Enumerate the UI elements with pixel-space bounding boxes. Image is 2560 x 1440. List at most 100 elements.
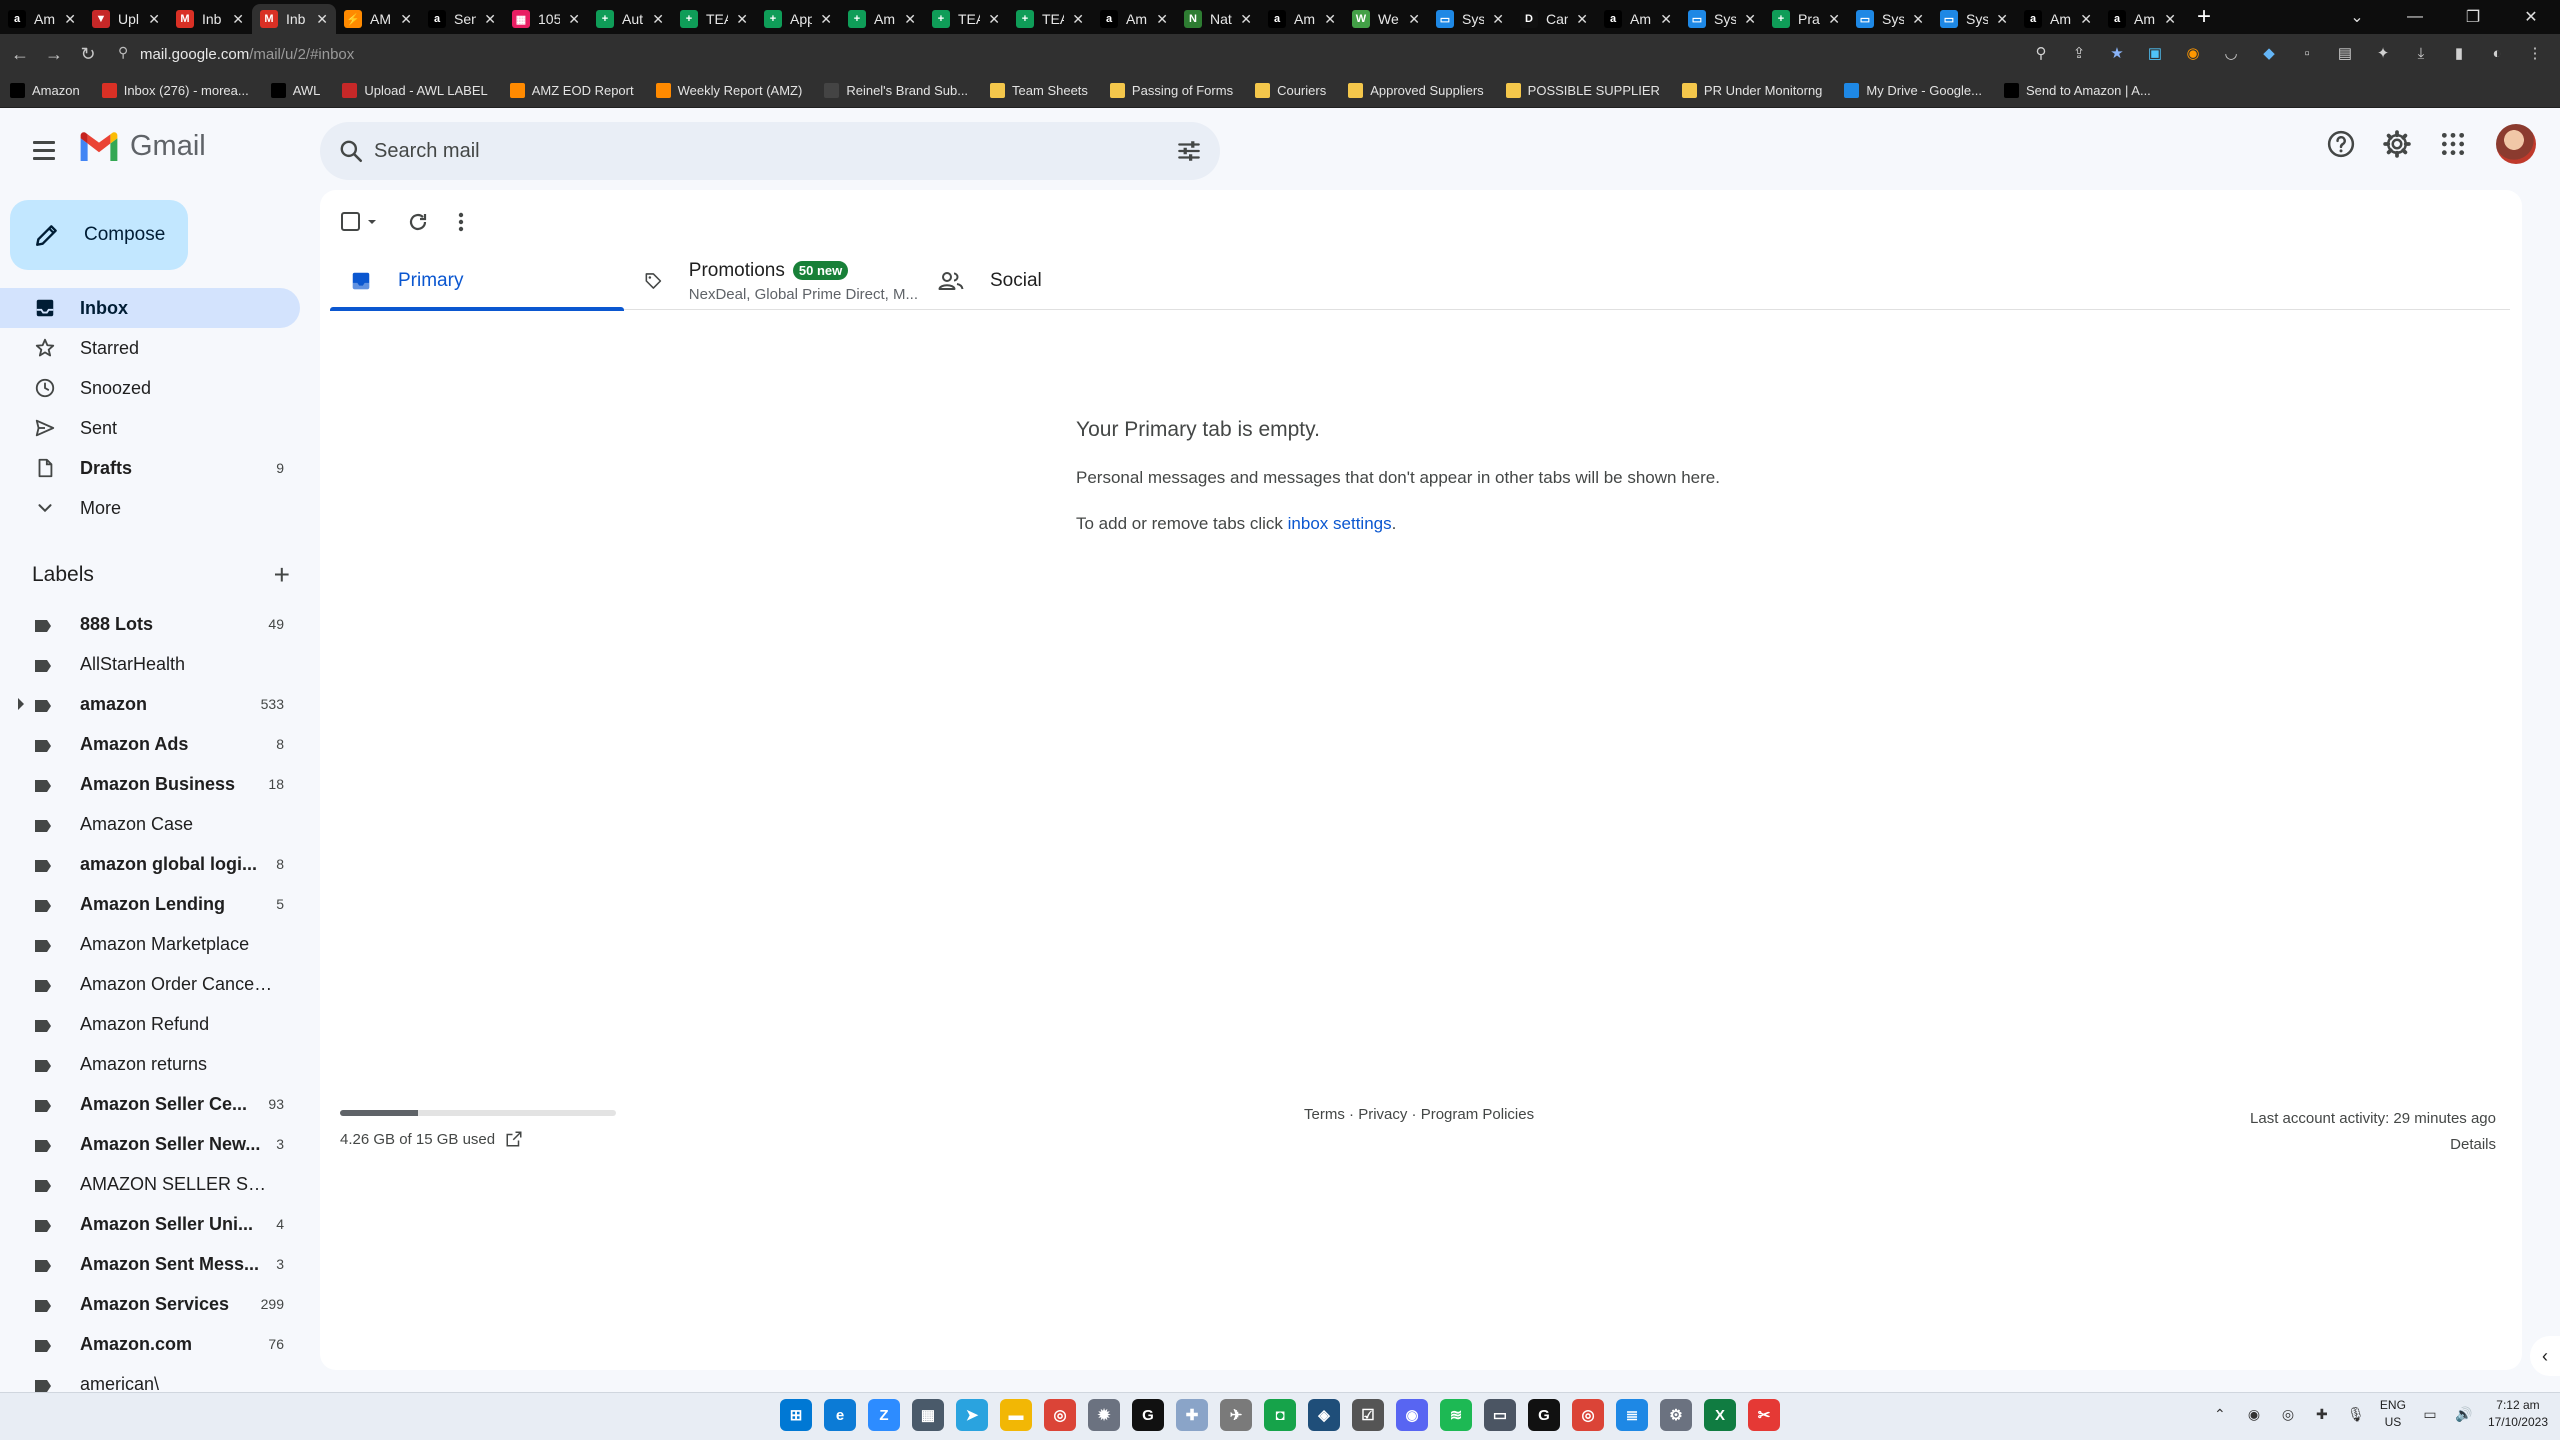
sidebar-item-drafts[interactable]: Drafts 9 xyxy=(0,448,300,488)
bookmark-item[interactable]: AWL xyxy=(270,83,320,98)
windows-icon[interactable]: ⊞ xyxy=(780,1399,812,1431)
browser-tab[interactable]: N Nat ✕ xyxy=(1176,4,1260,34)
back-button[interactable]: ← xyxy=(6,44,34,65)
browser-menu-icon[interactable]: ⋮ xyxy=(2524,42,2546,64)
close-tab-icon[interactable]: ✕ xyxy=(1576,11,1588,28)
browser-tab[interactable]: a Sen ✕ xyxy=(420,4,504,34)
label-item[interactable]: Amazon.com 76 xyxy=(0,1324,300,1364)
bookmark-item[interactable]: Passing of Forms xyxy=(1109,83,1233,98)
inbox-settings-link[interactable]: inbox settings xyxy=(1288,514,1392,533)
compose-button[interactable]: Compose xyxy=(10,200,188,270)
tray-app-icon[interactable]: ◎ xyxy=(2278,1404,2298,1424)
privacy-link[interactable]: Privacy xyxy=(1358,1106,1407,1123)
microphone-icon[interactable]: 🎙 xyxy=(2346,1404,2366,1424)
app-monitor-icon[interactable]: ▭ xyxy=(1484,1399,1516,1431)
close-tab-icon[interactable]: ✕ xyxy=(64,11,76,28)
close-tab-icon[interactable]: ✕ xyxy=(1828,11,1840,28)
close-tab-icon[interactable]: ✕ xyxy=(988,11,1000,28)
label-item[interactable]: Amazon Ads 8 xyxy=(0,724,300,764)
extension-4-icon[interactable]: ◆ xyxy=(2258,42,2280,64)
close-tab-icon[interactable]: ✕ xyxy=(1240,11,1252,28)
search-input[interactable] xyxy=(374,122,1134,180)
label-item[interactable]: Amazon Services 299 xyxy=(0,1284,300,1324)
bookmark-item[interactable]: Weekly Report (AMZ) xyxy=(655,83,802,98)
expand-caret-icon[interactable] xyxy=(18,698,24,710)
label-item[interactable]: Amazon Business 18 xyxy=(0,764,300,804)
tab-promotions[interactable]: Promotions 50 new NexDeal, Global Prime … xyxy=(624,252,918,310)
label-item[interactable]: Amazon Lending 5 xyxy=(0,884,300,924)
browser-tab[interactable]: + Am ✕ xyxy=(840,4,924,34)
browser-tab[interactable]: a Am ✕ xyxy=(0,4,84,34)
label-item[interactable]: Amazon Seller New... 3 xyxy=(0,1124,300,1164)
more-options-button[interactable] xyxy=(456,204,466,240)
browser-tab[interactable]: ▦ 105 ✕ xyxy=(504,4,588,34)
minimize-button[interactable]: — xyxy=(2386,8,2444,26)
app-bird-icon[interactable]: ✈ xyxy=(1220,1399,1252,1431)
browser-tab[interactable]: + TEA ✕ xyxy=(924,4,1008,34)
snip-icon[interactable]: ✂ xyxy=(1748,1399,1780,1431)
program-policies-link[interactable]: Program Policies xyxy=(1421,1106,1534,1123)
settings-button[interactable] xyxy=(2378,125,2416,163)
terms-link[interactable]: Terms xyxy=(1304,1106,1345,1123)
bookmark-item[interactable]: Reinel's Brand Sub... xyxy=(824,83,968,98)
sidebar-item-starred[interactable]: Starred xyxy=(0,328,300,368)
bookmark-item[interactable]: Team Sheets xyxy=(990,83,1088,98)
bookmark-item[interactable]: PR Under Monitorng xyxy=(1681,83,1822,98)
label-item[interactable]: Amazon Marketplace xyxy=(0,924,300,964)
browser-tab[interactable]: + TEA ✕ xyxy=(1008,4,1092,34)
browser-tab[interactable]: a Am ✕ xyxy=(1260,4,1344,34)
close-tab-icon[interactable]: ✕ xyxy=(1408,11,1420,28)
account-avatar[interactable] xyxy=(2496,124,2536,164)
tab-search-icon[interactable]: ⌄ xyxy=(2328,7,2386,27)
close-tab-icon[interactable]: ✕ xyxy=(1912,11,1924,28)
clock[interactable]: 7:12 am 17/10/2023 xyxy=(2488,1397,2548,1431)
zoom-icon[interactable]: Z xyxy=(868,1399,900,1431)
browser-tab[interactable]: + App ✕ xyxy=(756,4,840,34)
restore-button[interactable]: ❐ xyxy=(2444,7,2502,27)
activity-details-link[interactable]: Details xyxy=(2250,1132,2496,1158)
browser-tab[interactable]: D Can ✕ xyxy=(1512,4,1596,34)
label-item[interactable]: 888 Lots 49 xyxy=(0,604,300,644)
extension-5-icon[interactable]: ▫ xyxy=(2296,42,2318,64)
close-tab-icon[interactable]: ✕ xyxy=(148,11,160,28)
bookmark-item[interactable]: Upload - AWL LABEL xyxy=(342,83,488,98)
close-tab-icon[interactable]: ✕ xyxy=(484,11,496,28)
browser-tab[interactable]: ▭ Sys ✕ xyxy=(1680,4,1764,34)
close-tab-icon[interactable]: ✕ xyxy=(1156,11,1168,28)
close-tab-icon[interactable]: ✕ xyxy=(2164,11,2176,28)
label-item[interactable]: Amazon Order Cancella... xyxy=(0,964,300,1004)
close-tab-icon[interactable]: ✕ xyxy=(736,11,748,28)
close-tab-icon[interactable]: ✕ xyxy=(1492,11,1504,28)
label-item[interactable]: AllStarHealth xyxy=(0,644,300,684)
close-tab-icon[interactable]: ✕ xyxy=(2080,11,2092,28)
sidebar-item-more[interactable]: More xyxy=(0,488,300,528)
label-item[interactable]: Amazon Seller Uni... 4 xyxy=(0,1204,300,1244)
bookmark-item[interactable]: Amazon xyxy=(10,83,80,98)
browser-tab[interactable]: ⚡ AM ✕ xyxy=(336,4,420,34)
calculator-icon[interactable]: ▦ xyxy=(912,1399,944,1431)
browser-tab[interactable]: ▭ Sys ✕ xyxy=(1932,4,2016,34)
search-options-icon[interactable] xyxy=(1176,138,1202,164)
discord-icon[interactable]: ◉ xyxy=(1396,1399,1428,1431)
app-check-icon[interactable]: ☑ xyxy=(1352,1399,1384,1431)
app-g1-icon[interactable]: G xyxy=(1132,1399,1164,1431)
forward-button[interactable]: → xyxy=(40,44,68,65)
browser-tab[interactable]: a Am ✕ xyxy=(2100,4,2184,34)
close-tab-icon[interactable]: ✕ xyxy=(652,11,664,28)
bookmark-item[interactable]: AMZ EOD Report xyxy=(509,83,634,98)
chrome-icon[interactable]: ◎ xyxy=(1044,1399,1076,1431)
browser-tab[interactable]: M Inb ✕ xyxy=(252,4,336,34)
side-panel-icon[interactable]: ▮ xyxy=(2448,42,2470,64)
extension-6-icon[interactable]: ▤ xyxy=(2334,42,2356,64)
tab-social[interactable]: Social xyxy=(918,252,1212,310)
app-box-icon[interactable]: ◈ xyxy=(1308,1399,1340,1431)
google-apps-button[interactable] xyxy=(2434,125,2472,163)
close-tab-icon[interactable]: ✕ xyxy=(316,11,328,28)
label-item[interactable]: Amazon returns xyxy=(0,1044,300,1084)
gmail-logo[interactable]: Gmail xyxy=(78,130,206,163)
download-icon[interactable]: ⤓ xyxy=(2410,42,2432,64)
close-tab-icon[interactable]: ✕ xyxy=(1996,11,2008,28)
settings-icon[interactable]: ✹ xyxy=(1088,1399,1120,1431)
bookmark-item[interactable]: POSSIBLE SUPPLIER xyxy=(1505,83,1660,98)
refresh-button[interactable] xyxy=(406,204,430,240)
